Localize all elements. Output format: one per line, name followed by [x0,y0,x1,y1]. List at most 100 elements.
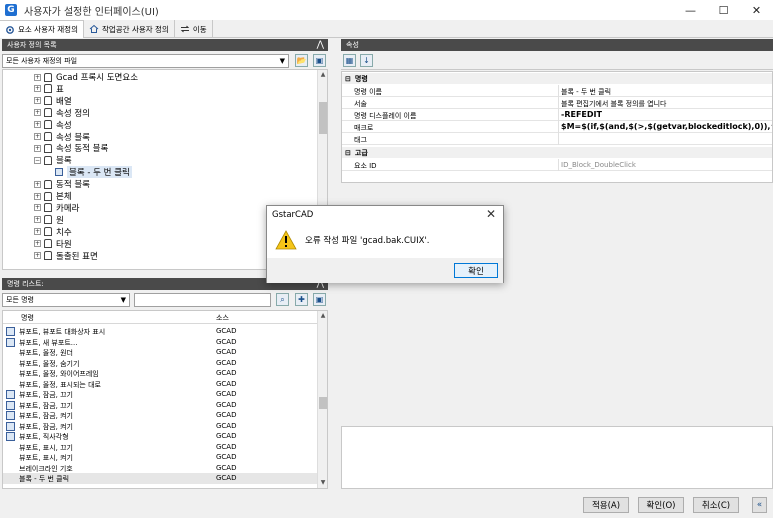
property-row-element-id[interactable]: 요소 ID ID_Block_DoubleClick [342,159,772,171]
collapse-icon[interactable]: − [34,156,41,164]
tree-item-group[interactable]: + 배열 [34,95,72,107]
collapse-icon[interactable]: ⊟ [345,149,351,157]
command-row[interactable]: 뷰포트, 잠금, 끄기 GCAD [3,400,319,411]
column-source[interactable]: 소스 [216,313,229,323]
expand-icon[interactable]: + [34,121,41,129]
scroll-up-icon[interactable]: ▲ [318,311,327,321]
ok-button[interactable]: 확인(O) [638,497,684,513]
command-name: 블록 - 두 번 클릭 [19,475,70,483]
command-row[interactable]: 뷰포트, 새 뷰포트... GCAD [3,337,319,348]
expand-icon[interactable]: + [34,133,41,140]
tab-customize-workspace[interactable]: 작업공간 사용자 정의 [84,20,175,38]
tree-item-group[interactable]: − 블록 [34,154,72,166]
tree-item-group[interactable]: + 동적 블록 [34,178,90,190]
expand-icon[interactable]: + [34,85,41,93]
scroll-down-icon[interactable]: ▼ [318,478,327,488]
close-button[interactable]: ✕ [740,0,773,20]
expand-icon[interactable]: + [34,144,41,152]
expand-icon[interactable]: + [34,216,41,224]
new-command-icon[interactable]: ✚ [295,293,308,306]
search-icon[interactable]: ⌕ [276,293,289,306]
command-row[interactable]: 뷰포트, 올정, 와이어프레임 GCAD [3,368,319,379]
command-row[interactable]: 뷰포트, 직사각형 GCAD [3,431,319,442]
category-general[interactable]: ⊟ 명령 [342,73,772,84]
command-list-scrollbar[interactable]: ▲ ▼ [317,311,327,488]
property-value[interactable]: $M=$(if,$(and,$(>,$(getvar,blockeditlock… [561,122,772,131]
tab-transfer[interactable]: 이동 [175,20,213,38]
tree-item-group[interactable]: + 카메라 [34,202,79,214]
tree-item-group[interactable]: + 속성 정의 [34,107,90,119]
command-row[interactable]: 뷰포트, 표시, 켜기 GCAD [3,452,319,463]
command-row[interactable]: 뷰포트, 올정, 숨기기 GCAD [3,358,319,369]
command-row[interactable]: 뷰포트, 잠금, 끄기 GCAD [3,389,319,400]
collapse-icon[interactable]: ⋀ [317,39,324,51]
save-icon[interactable]: ▣ [313,54,326,67]
maximize-button[interactable]: ☐ [707,0,740,20]
command-source: GCAD [216,369,237,377]
property-row-command-name[interactable]: 명령 이름 블록 - 두 번 클릭 [342,85,772,97]
expand-icon[interactable]: + [34,192,41,200]
customizations-panel-header: 사용자 정의 목록 ⋀ [2,39,328,51]
command-row[interactable]: 뷰포트, 올정, 원더 GCAD [3,347,319,358]
tab-label: 이동 [192,24,207,34]
expand-icon[interactable]: + [34,109,41,117]
command-search-input[interactable] [134,293,271,307]
tree-item-group[interactable]: + 속성 [34,119,72,131]
sort-alphabetical-icon[interactable]: ↓ [360,54,373,67]
tree-item-group[interactable]: + 돌출된 표면 [34,250,98,262]
expand-icon[interactable]: + [34,204,41,212]
scroll-thumb[interactable] [319,397,327,409]
open-file-icon[interactable]: 📂 [295,54,308,67]
command-row[interactable]: 블록 - 두 번 클릭 GCAD [3,473,319,484]
customization-file-select[interactable]: 모든 사용자 재정의 파일 ▼ [2,54,289,68]
property-value[interactable]: 블록 - 두 번 클릭 [561,87,611,97]
collapse-icon[interactable]: ⊟ [345,75,351,83]
expand-icon[interactable]: + [34,97,41,105]
tree-item-group[interactable]: + 속성 동적 블록 [34,142,108,154]
command-icon [6,327,15,336]
cancel-button[interactable]: 취소(C) [693,497,739,513]
property-row-display-name[interactable]: 명령 디스플레이 이름 -REFEDIT [342,109,772,121]
property-value[interactable]: 블록 편집기에서 블록 정의를 엽니다 [561,99,667,109]
category-advanced[interactable]: ⊟ 고급 [342,147,772,158]
category-label: 고급 [354,148,368,157]
expand-icon[interactable]: + [34,252,41,259]
tree-item-group[interactable]: + 속성 블록 [34,131,90,143]
expand-icon[interactable]: + [34,73,41,81]
expand-icon[interactable]: + [34,180,41,188]
command-row[interactable]: 뷰포트, 뷰포트 대화상자 표시 GCAD [3,326,319,337]
expand-icon[interactable]: + [34,228,41,236]
chevron-down-icon: ▼ [279,57,285,65]
command-filter-select[interactable]: 모든 명령 ▼ [2,293,130,307]
tree-item-group[interactable]: + 타원 [34,238,72,250]
tree-item-group[interactable]: + 본체 [34,190,72,202]
collapse-panel-icon[interactable]: « [752,497,767,513]
command-source: GCAD [216,327,237,335]
tab-customize-elements[interactable]: 요소 사용자 재정의 [0,20,84,38]
command-row[interactable]: 뷰포트, 올정, 표시되는 대로 GCAD [3,379,319,390]
close-icon[interactable]: ✕ [486,207,496,221]
property-row-macro[interactable]: 매크로 $M=$(if,$(and,$(>,$(getvar,blockedit… [342,121,772,133]
tree-item-group[interactable]: + 원 [34,214,64,226]
tree-item-group[interactable]: + 표 [34,83,64,95]
scroll-thumb[interactable] [319,102,327,134]
categorized-icon[interactable]: ▦ [343,54,356,67]
command-row[interactable]: 뷰포트, 잠금, 켜기 GCAD [3,410,319,421]
tree-item-group[interactable]: + Gcad 프록시 도면요소 [34,71,138,83]
command-row[interactable]: 브레이크라인 기호 GCAD [3,463,319,474]
command-row[interactable]: 뷰포트, 잠금, 켜기 GCAD [3,421,319,432]
tree-item-command[interactable]: 블록 - 두 번 클릭 [55,166,132,179]
apply-button[interactable]: 적용(A) [583,497,629,513]
minimize-button[interactable]: — [674,0,707,20]
expand-icon[interactable]: + [34,240,41,248]
property-row-description[interactable]: 서술 블록 편집기에서 블록 정의를 엽니다 [342,97,772,109]
dialog-ok-button[interactable]: 확인 [454,263,498,278]
window-title: 사용자가 설정한 인터페이스(UI) [24,6,159,18]
scroll-up-icon[interactable]: ▲ [318,70,327,80]
property-value[interactable]: -REFEDIT [561,110,602,119]
command-image-icon[interactable]: ▣ [313,293,326,306]
tree-item-group[interactable]: + 치수 [34,226,72,238]
property-row-tags[interactable]: 태그 [342,133,772,145]
command-row[interactable]: 뷰포트, 표시, 끄기 GCAD [3,442,319,453]
column-command[interactable]: 명령 [21,313,34,323]
